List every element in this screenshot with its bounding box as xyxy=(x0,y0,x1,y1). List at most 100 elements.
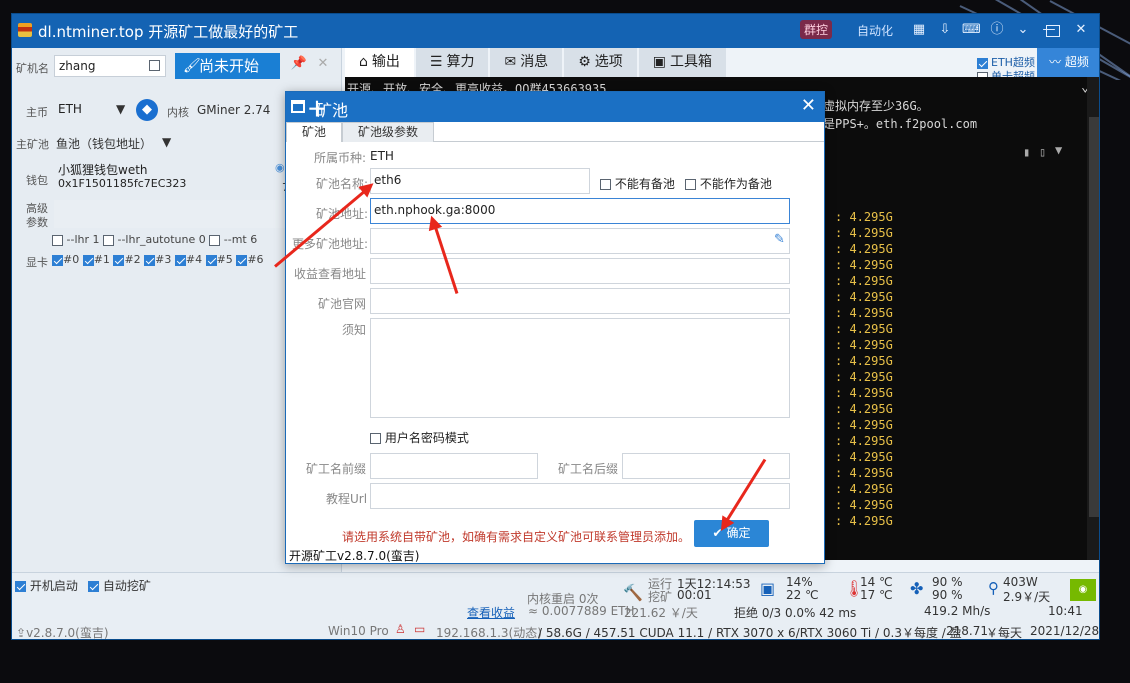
run-time-icon: 🔨 xyxy=(623,583,643,602)
no-backup-checkbox[interactable] xyxy=(600,179,611,190)
miner-name-label: 矿机名 xyxy=(16,62,49,75)
advanced-params-input[interactable] xyxy=(54,200,294,228)
user-icon: ♙ xyxy=(395,622,406,636)
param-checkbox[interactable] xyxy=(52,234,63,246)
ip-address: 192.168.1.3(动态) xyxy=(436,626,542,640)
keyboard-icon[interactable]: ⌨ xyxy=(962,21,981,39)
pool-dropdown-icon[interactable]: ▼ xyxy=(162,135,171,149)
pool-select[interactable]: 鱼池（钱包地址） xyxy=(56,135,152,152)
fan-speed-2: 90 % xyxy=(932,588,963,602)
maximize-icon[interactable] xyxy=(1046,25,1060,37)
eth-icon: ◆ xyxy=(136,99,158,121)
copy-icon[interactable]: ▮ xyxy=(1023,145,1030,159)
dialog-tab-pool-params[interactable]: 矿池级参数 xyxy=(342,122,435,142)
param-label: --lhr 1 xyxy=(66,233,100,246)
gpu-checkboxes: #0 #1 #2 #3 #4 #5 #6 xyxy=(52,253,264,266)
gpu-checkbox[interactable] xyxy=(236,254,248,266)
clock-time: 10:41 xyxy=(1048,604,1083,618)
miner-name-checkbox[interactable] xyxy=(149,60,160,71)
eye-icon[interactable]: ◉ xyxy=(275,161,285,174)
backup-address-input[interactable] xyxy=(370,228,790,254)
notice-label: 须知 xyxy=(342,323,367,337)
automation-link[interactable]: 自动化 xyxy=(857,22,893,39)
download-icon[interactable]: ⇩ xyxy=(936,21,954,39)
not-backup-checkbox[interactable] xyxy=(685,179,696,190)
gpu-temp-1: 14 ℃ xyxy=(860,575,893,589)
gpu-item: #0 xyxy=(63,253,80,266)
gpu-checkbox[interactable] xyxy=(205,254,217,266)
console-line: 虚拟内存至少36G。 xyxy=(823,99,929,113)
grid-icon[interactable]: ▦ xyxy=(910,21,928,39)
memory-line: : 4.295G xyxy=(835,274,893,288)
pin-icon[interactable]: 📌 xyxy=(290,55,308,73)
kernel-label: 内核 xyxy=(167,106,189,119)
worker-prefix-input[interactable] xyxy=(370,453,538,479)
coin-label: 主币 xyxy=(26,106,48,119)
advanced-params-label: 高级参数 xyxy=(26,202,48,229)
pool-name-input[interactable]: eth6 xyxy=(370,168,590,194)
upgrade-icon: ⇪ xyxy=(16,626,27,640)
file-icon[interactable]: ▯ xyxy=(1039,145,1046,159)
info-icon[interactable]: ⓘ xyxy=(988,21,1006,39)
dropdown-chevron-icon[interactable]: ⌄ xyxy=(1014,21,1032,39)
pool-website-input[interactable] xyxy=(370,288,790,314)
total-hashrate: 419.2 Mh/s xyxy=(924,604,991,618)
gpu-checkbox[interactable] xyxy=(113,254,125,266)
console-scrollbar[interactable] xyxy=(1087,77,1099,560)
list-icon xyxy=(291,100,305,113)
userpass-mode-option[interactable]: 用户名密码模式 xyxy=(370,429,469,446)
tutorial-url-label: 教程Url xyxy=(326,492,368,506)
gpu-checkbox[interactable] xyxy=(144,254,156,266)
boost-icon: 〰 xyxy=(1049,55,1062,69)
gpu-checkbox[interactable] xyxy=(52,254,63,266)
scroll-down-icon[interactable]: ▼ xyxy=(1055,143,1062,157)
edit-icon[interactable]: ✎ xyxy=(774,232,785,247)
tab-toolbox[interactable]: ▣ 工具箱 xyxy=(638,48,726,77)
memory-line: : 4.295G xyxy=(835,498,893,512)
no-backup-label: 不能有备池 xyxy=(614,177,675,191)
param-checkbox[interactable] xyxy=(209,234,221,246)
userpass-mode-checkbox[interactable] xyxy=(370,433,381,444)
view-income-link[interactable]: 查看收益 xyxy=(467,604,515,621)
eth-boost-label: ETH超频 xyxy=(991,56,1035,69)
userpass-mode-label: 用户名密码模式 xyxy=(384,431,469,445)
daily-profit: 218.71 xyxy=(946,624,988,638)
boost-button[interactable]: 〰 超频 xyxy=(1037,48,1099,77)
boot-start-checkbox[interactable] xyxy=(15,581,26,592)
no-backup-option[interactable]: 不能有备池 xyxy=(600,175,675,192)
tab-options[interactable]: ⚙ 选项 xyxy=(564,48,637,77)
pool-website-label: 矿池官网 xyxy=(318,297,367,311)
group-control-badge[interactable]: 群控 xyxy=(800,20,833,39)
eth-boost-checkbox[interactable] xyxy=(976,57,988,69)
gpu-checkbox[interactable] xyxy=(174,254,186,266)
auto-mine-option[interactable]: 自动挖矿 xyxy=(88,577,151,594)
version-footer[interactable]: ⇪v2.8.7.0(蛮吉) xyxy=(16,624,109,640)
tutorial-url-input[interactable] xyxy=(370,483,790,509)
tab-output[interactable]: ⌂ 输出 xyxy=(345,48,414,77)
tab-label: 输出 xyxy=(371,54,400,70)
param-checkbox[interactable] xyxy=(102,234,114,246)
kernel-value[interactable]: GMiner 2.74 xyxy=(197,103,270,117)
close-icon[interactable]: ✕ xyxy=(1072,21,1090,39)
scrollbar-thumb[interactable] xyxy=(1089,117,1099,517)
panel-close-icon[interactable]: ✕ xyxy=(314,55,332,73)
not-backup-option[interactable]: 不能作为备池 xyxy=(685,175,772,192)
coin-dropdown-icon[interactable]: ▼ xyxy=(116,102,125,116)
auto-mine-checkbox[interactable] xyxy=(88,581,99,592)
eth-boost-option[interactable]: ETH超频 xyxy=(976,56,1036,70)
wallet-select[interactable]: 小狐狸钱包weth 0x1F1501185fc7EC323 xyxy=(54,160,294,198)
boot-start-option[interactable]: 开机启动 xyxy=(15,577,78,594)
dialog-close-icon[interactable]: ✕ xyxy=(801,95,816,116)
memory-line: : 4.295G xyxy=(835,258,893,272)
dialog-tab-pool[interactable]: 矿池 xyxy=(286,122,343,142)
mine-label: 挖矿 xyxy=(648,590,673,604)
worker-suffix-input[interactable] xyxy=(622,453,790,479)
tab-hashrate[interactable]: ☰ 算力 xyxy=(415,48,489,77)
title-bar: dl.ntminer.top 开源矿工做最好的矿工 群控 自动化 ▦ ⇩ ⌨ ⓘ… xyxy=(12,14,1099,48)
tab-messages[interactable]: ✉ 消息 xyxy=(490,48,563,77)
start-button[interactable]: 🖌 尚未开始 xyxy=(175,53,280,79)
gpu-checkbox[interactable] xyxy=(82,254,94,266)
notice-textarea[interactable] xyxy=(370,318,790,418)
income-url-input[interactable] xyxy=(370,258,790,284)
app-logo-icon xyxy=(18,23,32,37)
